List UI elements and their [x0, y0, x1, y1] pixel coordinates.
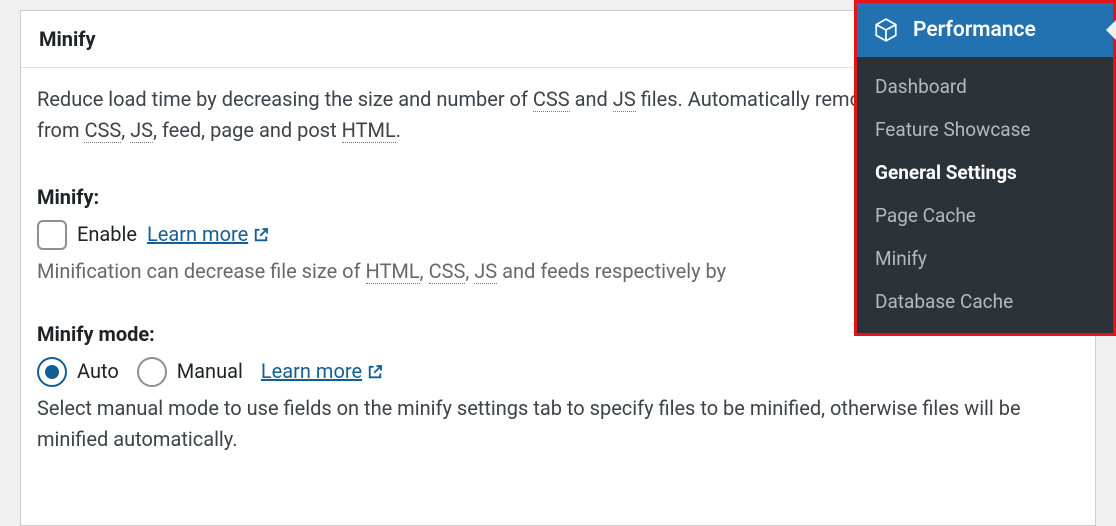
minify-mode-row: Auto Manual Learn more	[37, 356, 1079, 387]
intro-text: and	[570, 87, 613, 111]
enable-text: Enable	[77, 219, 137, 250]
flyout-arrow-icon	[1106, 20, 1116, 40]
css-abbr: CSS	[84, 118, 121, 143]
minify-mode-manual-radio[interactable]	[137, 357, 167, 387]
external-link-icon	[366, 363, 384, 381]
intro-text: Reduce load time by decreasing the size …	[37, 87, 533, 111]
css-abbr: CSS	[429, 259, 466, 284]
radio-dot-icon	[45, 365, 59, 379]
flyout-menu-list: Dashboard Feature Showcase General Setti…	[857, 57, 1113, 333]
minify-mode-auto-radio[interactable]	[37, 357, 67, 387]
minify-mode-learn-more-link[interactable]: Learn more	[261, 356, 384, 387]
help-text: Minification can decrease file size of	[37, 259, 366, 283]
intro-text: ,	[121, 118, 130, 142]
html-abbr: HTML	[366, 259, 420, 284]
minify-enable-learn-more-link[interactable]: Learn more	[147, 219, 270, 250]
html-abbr: HTML	[342, 118, 396, 143]
flyout-title: Performance	[913, 18, 1036, 42]
flyout-header[interactable]: Performance	[857, 0, 1113, 57]
external-link-icon	[252, 226, 270, 244]
help-text: ,	[420, 259, 429, 283]
menu-item-minify[interactable]: Minify	[857, 237, 1113, 280]
menu-item-dashboard[interactable]: Dashboard	[857, 65, 1113, 108]
css-abbr: CSS	[533, 87, 570, 112]
js-abbr: JS	[613, 87, 636, 112]
menu-item-feature-showcase[interactable]: Feature Showcase	[857, 108, 1113, 151]
help-text: ,	[465, 259, 474, 283]
js-abbr: JS	[474, 259, 497, 284]
minify-enable-checkbox[interactable]	[37, 220, 67, 250]
auto-label: Auto	[77, 356, 119, 387]
minify-mode-help: Select manual mode to use fields on the …	[37, 393, 1079, 455]
menu-item-database-cache[interactable]: Database Cache	[857, 280, 1113, 323]
learn-more-text: Learn more	[261, 356, 362, 387]
intro-text: , feed, page and post	[153, 118, 342, 142]
manual-label: Manual	[177, 356, 243, 387]
panel-title: Minify	[39, 27, 96, 51]
menu-item-page-cache[interactable]: Page Cache	[857, 194, 1113, 237]
intro-text: .	[396, 118, 401, 142]
cube-icon	[873, 17, 899, 43]
performance-flyout-menu: Performance Dashboard Feature Showcase G…	[854, 0, 1116, 336]
js-abbr: JS	[130, 118, 153, 143]
learn-more-text: Learn more	[147, 219, 248, 250]
help-text: and feeds respectively by	[497, 259, 726, 283]
menu-item-general-settings[interactable]: General Settings	[857, 151, 1113, 194]
